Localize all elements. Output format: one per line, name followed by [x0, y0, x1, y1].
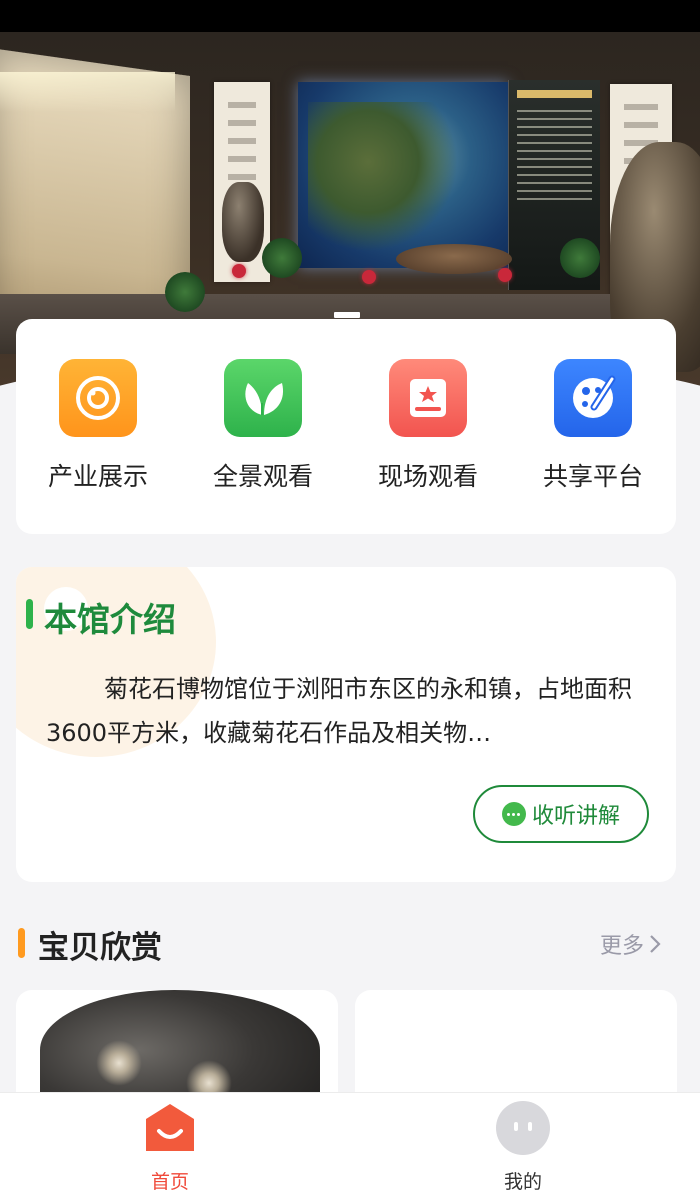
display-case-light: [0, 72, 175, 112]
more-label: 更多: [600, 934, 645, 959]
quick-nav-live[interactable]: 现场观看: [358, 359, 498, 493]
chat-bubble-icon: [501, 802, 526, 826]
quick-nav-panorama[interactable]: 全景观看: [193, 359, 333, 493]
section-marker: [18, 928, 25, 958]
status-bar: [0, 0, 700, 32]
intro-text: 菊花石博物馆位于浏阳市东区的永和镇，占地面积3600平方米，收藏菊花石作品及相关…: [46, 675, 632, 747]
listen-audio-label: 收听讲解: [531, 804, 620, 829]
map-screen: [298, 82, 508, 268]
bottom-tab-bar: 首页 我的: [0, 1093, 700, 1200]
quick-nav-industry[interactable]: 产业展示: [28, 359, 168, 493]
stone-flower-pattern: [96, 1040, 142, 1086]
chevron-right-icon: [650, 935, 661, 953]
plant: [560, 238, 600, 278]
carousel-indicator[interactable]: [334, 312, 360, 318]
intro-title: 本馆介绍: [44, 600, 176, 639]
camera-lens-icon: [59, 359, 137, 437]
section-marker: [26, 599, 33, 629]
tab-home-label: 首页: [150, 1171, 189, 1193]
gallery-title: 宝贝欣赏: [38, 930, 162, 966]
tab-mine[interactable]: 我的: [453, 1101, 593, 1194]
quick-nav-share[interactable]: 共享平台: [523, 359, 663, 493]
quick-nav-label: 现场观看: [377, 462, 478, 491]
root-table: [396, 244, 512, 274]
leaf-icon: [224, 359, 302, 437]
more-link[interactable]: 更多: [600, 928, 662, 960]
profile-icon: [496, 1101, 550, 1155]
plant: [262, 238, 302, 278]
home-icon: [143, 1101, 197, 1155]
listen-audio-button[interactable]: 收听讲解: [473, 785, 649, 843]
intro-card: 本馆介绍 菊花石博物馆位于浏阳市东区的永和镇，占地面积3600平方米，收藏菊花石…: [16, 567, 676, 882]
flower: [232, 264, 246, 278]
flower: [362, 270, 376, 284]
plant: [165, 272, 205, 312]
quick-nav-card: 产业展示 全景观看 现场观看 共享平台: [16, 319, 676, 534]
quick-nav-label: 共享平台: [542, 462, 643, 491]
quick-nav-label: 全景观看: [212, 462, 313, 491]
book-star-icon: [389, 359, 467, 437]
tab-home[interactable]: 首页: [100, 1101, 240, 1194]
tab-mine-label: 我的: [503, 1171, 542, 1193]
palette-icon: [554, 359, 632, 437]
flower: [498, 268, 512, 282]
rock-sculpture: [222, 182, 264, 262]
quick-nav-label: 产业展示: [47, 462, 148, 491]
